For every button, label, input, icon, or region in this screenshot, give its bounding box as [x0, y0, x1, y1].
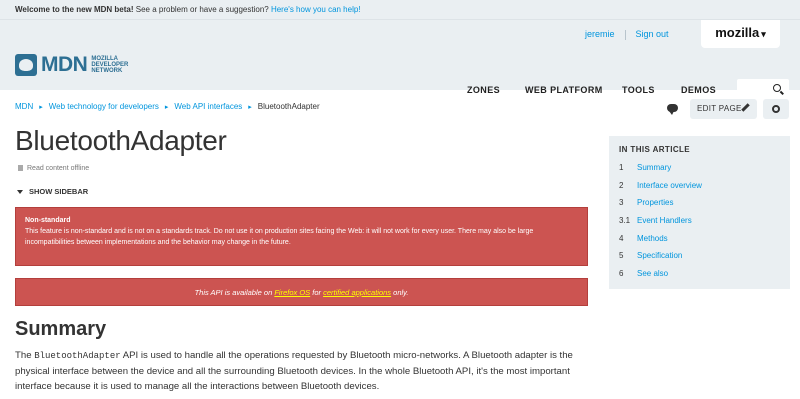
- mozilla-tab-label: mozilla: [715, 25, 760, 40]
- nav-web-platform[interactable]: WEB PLATFORM: [525, 85, 603, 95]
- toc-item[interactable]: 3.1 Event Handlers: [619, 216, 780, 234]
- triangle-down-icon: [17, 190, 23, 195]
- summary-heading: Summary: [15, 318, 107, 340]
- breadcrumb-web-tech[interactable]: Web technology for developers: [49, 102, 159, 111]
- nav-zones[interactable]: ZONES: [467, 85, 500, 95]
- toc-item[interactable]: 1 Summary: [619, 163, 780, 181]
- toc-item[interactable]: 5 Specification: [619, 251, 780, 269]
- in-this-article: IN THIS ARTICLE 1 Summary 2 Interface over…: [609, 136, 790, 289]
- toc-link[interactable]: Summary: [637, 163, 671, 181]
- pencil-icon: [741, 103, 750, 112]
- chevron-right-icon: ▸: [39, 104, 43, 111]
- search-icon[interactable]: [773, 84, 781, 92]
- toc-link[interactable]: Specification: [637, 251, 682, 269]
- search-input[interactable]: [737, 79, 789, 99]
- toc-num: 3.1: [619, 216, 631, 226]
- api-notice-post: only.: [391, 288, 409, 297]
- api-notice-mid: for: [310, 288, 324, 297]
- beta-banner: Welcome to the new MDN beta! See a probl…: [0, 0, 800, 20]
- mdn-logo[interactable]: MDN MOZILLA DEVELOPER NETWORK: [15, 53, 151, 76]
- gear-icon: [772, 105, 780, 113]
- document-icon: [18, 165, 23, 172]
- toc-num: 4: [619, 233, 624, 243]
- divider: [624, 29, 626, 40]
- chevron-right-icon: ▸: [248, 104, 252, 111]
- beta-question: See a problem or have a suggestion?: [133, 5, 271, 14]
- api-notice-pre: This API is available on: [194, 288, 275, 297]
- toc-list: 1 Summary 2 Interface overview 3 Properties…: [619, 163, 780, 287]
- breadcrumb-mdn[interactable]: MDN: [15, 102, 33, 111]
- firefox-os-link[interactable]: Firefox OS: [274, 288, 310, 297]
- show-sidebar-toggle[interactable]: SHOW SIDEBAR: [17, 187, 88, 196]
- toc-num: 5: [619, 251, 624, 261]
- chevron-down-icon: ▾: [761, 29, 766, 39]
- notice-body: This feature is non-standard and is not …: [25, 228, 534, 246]
- logo-subtitle: MOZILLA DEVELOPER NETWORK: [91, 56, 129, 74]
- chevron-right-icon: ▸: [164, 104, 169, 111]
- user-links: jeremie Sign out: [585, 29, 669, 40]
- read-offline-link[interactable]: Read content offline: [18, 165, 89, 172]
- page-title: BluetoothAdapter: [15, 125, 227, 156]
- toc-link[interactable]: Interface overview: [637, 181, 702, 199]
- site-header: jeremie Sign out mozilla ▾ MDN MOZILLA DEV…: [0, 20, 800, 99]
- certified-apps-link[interactable]: certified applications: [323, 288, 391, 297]
- toc-num: 2: [619, 180, 624, 190]
- beta-help-link[interactable]: Here's how you can help!: [271, 5, 361, 14]
- beta-welcome: Welcome to the new MDN beta!: [15, 5, 134, 14]
- edit-page-button[interactable]: EDIT PAGE: [690, 99, 757, 119]
- summary-code: BluetoothAdapter: [34, 351, 121, 361]
- toc-item[interactable]: 3 Properties: [619, 198, 780, 216]
- logo-wordmark: MDN: [41, 53, 88, 76]
- toc-item[interactable]: 2 Interface overview: [619, 181, 780, 199]
- toc-num: 6: [619, 269, 624, 279]
- sign-out-link[interactable]: Sign out: [636, 29, 669, 39]
- show-sidebar-label: SHOW SIDEBAR: [29, 187, 89, 196]
- mozilla-tab[interactable]: mozilla ▾: [701, 20, 780, 48]
- toc-item[interactable]: 4 Methods: [619, 234, 780, 252]
- summary-pre: The: [15, 350, 35, 361]
- availability-notice: This API is available on Firefox OS for …: [15, 278, 588, 306]
- user-profile-link[interactable]: jeremie: [585, 29, 615, 39]
- read-offline-label: Read content offline: [27, 165, 90, 172]
- notice-title: Non-standard: [25, 217, 71, 224]
- toc-item[interactable]: 6 See also: [619, 269, 780, 287]
- mdn-dino-icon: [15, 54, 37, 76]
- toc-num: 1: [619, 163, 624, 172]
- nav-demos[interactable]: DEMOS: [681, 85, 716, 95]
- settings-button[interactable]: [763, 99, 789, 119]
- discussion-icon[interactable]: [667, 104, 678, 115]
- toc-link[interactable]: Properties: [637, 198, 673, 216]
- summary-paragraph: The BluetoothAdapter API is used to hand…: [15, 348, 595, 394]
- breadcrumb: MDN ▸ Web technology for developers ▸ Web AP…: [15, 102, 320, 111]
- toc-link[interactable]: Event Handlers: [637, 216, 692, 234]
- toc-num: 3: [619, 198, 624, 208]
- toc-link[interactable]: Methods: [637, 234, 668, 252]
- breadcrumb-current: BluetoothAdapter: [257, 102, 320, 111]
- breadcrumb-web-api[interactable]: Web API interfaces: [174, 102, 242, 111]
- toc-link[interactable]: See also: [637, 269, 668, 287]
- edit-page-label: EDIT PAGE: [697, 104, 742, 113]
- nonstandard-notice: Non-standard This feature is non-standar…: [15, 207, 588, 266]
- nav-tools[interactable]: TOOLS: [622, 85, 655, 95]
- toc-heading: IN THIS ARTICLE: [619, 145, 691, 154]
